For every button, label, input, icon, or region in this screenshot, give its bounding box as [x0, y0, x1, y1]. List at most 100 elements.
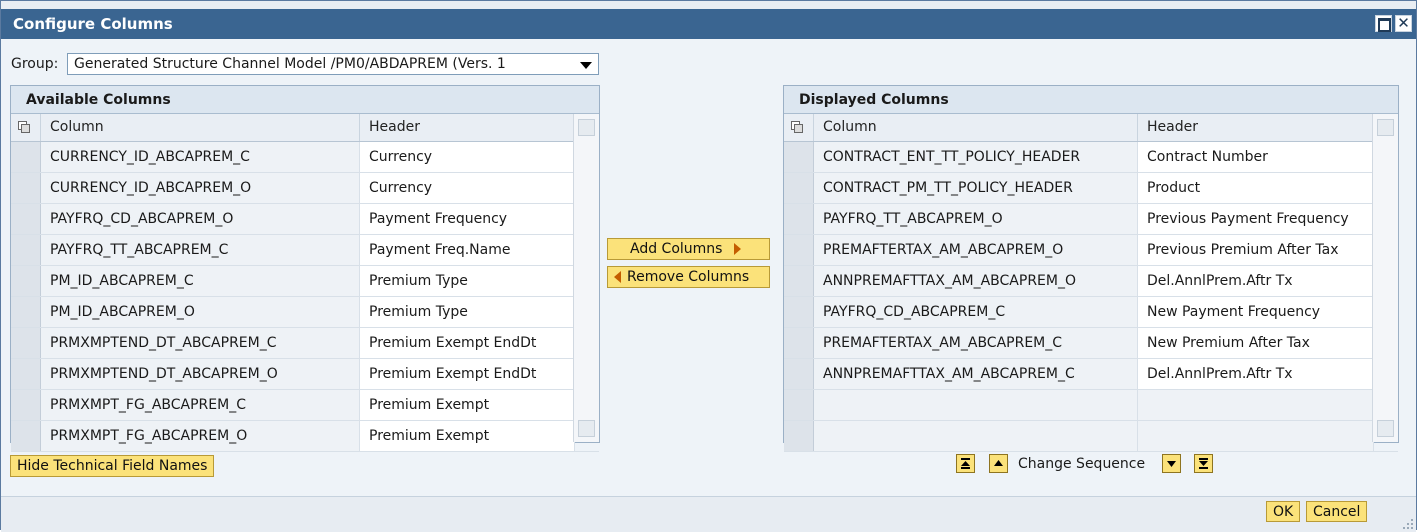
top-strip [1, 1, 1416, 9]
row-selector[interactable] [11, 235, 41, 265]
table-row[interactable]: PRMXMPTEND_DT_ABCAPREM_C Premium Exempt E… [11, 328, 599, 359]
column-header-cell[interactable]: Del.AnnlPrem.Aftr Tx [1138, 359, 1374, 389]
column-header-cell[interactable]: Premium Exempt [360, 390, 575, 420]
column-header-cell[interactable]: Previous Payment Frequency [1138, 204, 1374, 234]
displayed-column-header[interactable]: Column [814, 114, 1138, 141]
column-header-cell[interactable]: Premium Type [360, 297, 575, 327]
table-row[interactable]: PM_ID_ABCAPREM_O Premium Type [11, 297, 599, 328]
column-header-cell[interactable]: New Premium After Tax [1138, 328, 1374, 358]
resize-grip-icon[interactable] [1400, 516, 1414, 530]
row-selector[interactable] [11, 297, 41, 327]
column-header-cell[interactable]: Payment Freq.Name [360, 235, 575, 265]
row-selector[interactable] [11, 421, 41, 451]
column-name-cell: ANNPREMAFTTAX_AM_ABCAPREM_C [814, 359, 1138, 389]
hide-technical-field-names-button[interactable]: Hide Technical Field Names [10, 455, 215, 477]
move-to-top-icon[interactable] [956, 454, 975, 473]
available-header-header[interactable]: Header [360, 114, 575, 141]
table-row[interactable]: ANNPREMAFTTAX_AM_ABCAPREM_C Del.AnnlPrem.… [784, 359, 1398, 390]
row-selector[interactable] [11, 173, 41, 203]
group-select[interactable]: Generated Structure Channel Model /PM0/A… [67, 53, 599, 75]
column-name-cell: PAYFRQ_TT_ABCAPREM_C [41, 235, 360, 265]
column-header-cell[interactable] [1138, 390, 1374, 420]
select-all-cell[interactable] [784, 114, 814, 141]
row-selector[interactable] [784, 204, 814, 234]
table-row[interactable]: PAYFRQ_CD_ABCAPREM_C New Payment Frequenc… [784, 297, 1398, 328]
row-selector[interactable] [784, 328, 814, 358]
column-header-cell[interactable]: Contract Number [1138, 142, 1374, 172]
table-row[interactable] [784, 390, 1398, 421]
select-all-icon[interactable] [791, 121, 803, 133]
table-row[interactable]: PM_ID_ABCAPREM_C Premium Type [11, 266, 599, 297]
column-header-cell[interactable]: Premium Exempt EndDt [360, 359, 575, 389]
table-row[interactable]: CURRENCY_ID_ABCAPREM_O Currency [11, 173, 599, 204]
remove-columns-label: Remove Columns [627, 269, 750, 285]
available-columns-panel: Available Columns Column Header CURRENCY… [10, 85, 600, 452]
column-name-cell: CURRENCY_ID_ABCAPREM_O [41, 173, 360, 203]
column-header-cell[interactable] [1138, 421, 1374, 451]
scroll-up-icon[interactable] [1377, 119, 1394, 136]
displayed-scrollbar[interactable] [1372, 114, 1398, 442]
row-selector[interactable] [11, 328, 41, 358]
row-selector[interactable] [784, 173, 814, 203]
move-down-icon[interactable] [1162, 454, 1181, 473]
column-name-cell: PM_ID_ABCAPREM_O [41, 297, 360, 327]
row-selector[interactable] [11, 359, 41, 389]
remove-columns-button[interactable]: Remove Columns [607, 266, 770, 288]
column-header-cell[interactable]: Currency [360, 173, 575, 203]
row-selector[interactable] [784, 390, 814, 420]
table-row[interactable]: CURRENCY_ID_ABCAPREM_C Currency [11, 142, 599, 173]
row-selector[interactable] [11, 142, 41, 172]
available-column-header[interactable]: Column [41, 114, 360, 141]
table-row[interactable]: PRMXMPT_FG_ABCAPREM_O Premium Exempt [11, 421, 599, 452]
table-row[interactable]: CONTRACT_PM_TT_POLICY_HEADER Product [784, 173, 1398, 204]
move-to-bottom-icon[interactable] [1194, 454, 1213, 473]
table-row[interactable]: PAYFRQ_CD_ABCAPREM_O Payment Frequency [11, 204, 599, 235]
displayed-header-header[interactable]: Header [1138, 114, 1374, 141]
table-row[interactable]: PAYFRQ_TT_ABCAPREM_C Payment Freq.Name [11, 235, 599, 266]
row-selector[interactable] [784, 266, 814, 296]
column-name-cell: PRMXMPT_FG_ABCAPREM_O [41, 421, 360, 451]
add-columns-button[interactable]: Add Columns [607, 238, 770, 260]
table-row[interactable]: PREMAFTERTAX_AM_ABCAPREM_O Previous Premi… [784, 235, 1398, 266]
table-row[interactable]: ANNPREMAFTTAX_AM_ABCAPREM_O Del.AnnlPrem.… [784, 266, 1398, 297]
column-name-cell: PM_ID_ABCAPREM_C [41, 266, 360, 296]
ok-button[interactable]: OK [1266, 501, 1301, 522]
column-name-cell: PREMAFTERTAX_AM_ABCAPREM_O [814, 235, 1138, 265]
table-row[interactable]: PAYFRQ_TT_ABCAPREM_O Previous Payment Fre… [784, 204, 1398, 235]
dropdown-arrow-icon[interactable] [580, 62, 592, 69]
column-header-cell[interactable]: Premium Exempt [360, 421, 575, 451]
column-header-cell[interactable]: Payment Frequency [360, 204, 575, 234]
move-up-icon[interactable] [989, 454, 1008, 473]
scroll-down-icon[interactable] [578, 420, 595, 437]
maximize-icon[interactable] [1375, 15, 1392, 32]
column-header-cell[interactable]: Premium Type [360, 266, 575, 296]
column-header-cell[interactable]: Previous Premium After Tax [1138, 235, 1374, 265]
row-selector[interactable] [784, 297, 814, 327]
available-scrollbar[interactable] [573, 114, 599, 442]
scroll-down-icon[interactable] [1377, 420, 1394, 437]
column-header-cell[interactable]: Currency [360, 142, 575, 172]
scroll-up-icon[interactable] [578, 119, 595, 136]
row-selector[interactable] [11, 204, 41, 234]
column-header-cell[interactable]: Premium Exempt EndDt [360, 328, 575, 358]
row-selector[interactable] [784, 142, 814, 172]
table-row[interactable]: PRMXMPT_FG_ABCAPREM_C Premium Exempt [11, 390, 599, 421]
column-header-cell[interactable]: New Payment Frequency [1138, 297, 1374, 327]
column-name-cell [814, 421, 1138, 451]
select-all-cell[interactable] [11, 114, 41, 141]
table-row[interactable]: CONTRACT_ENT_TT_POLICY_HEADER Contract Nu… [784, 142, 1398, 173]
select-all-icon[interactable] [18, 121, 30, 133]
table-row[interactable]: PRMXMPTEND_DT_ABCAPREM_O Premium Exempt E… [11, 359, 599, 390]
cancel-button[interactable]: Cancel [1306, 501, 1368, 522]
table-row[interactable]: PREMAFTERTAX_AM_ABCAPREM_C New Premium Af… [784, 328, 1398, 359]
row-selector[interactable] [784, 421, 814, 451]
close-icon[interactable]: ✕ [1395, 15, 1412, 32]
row-selector[interactable] [784, 235, 814, 265]
row-selector[interactable] [784, 359, 814, 389]
row-selector[interactable] [11, 266, 41, 296]
row-selector[interactable] [11, 390, 41, 420]
column-header-cell[interactable]: Product [1138, 173, 1374, 203]
displayed-columns-title: Displayed Columns [784, 86, 1398, 114]
column-header-cell[interactable]: Del.AnnlPrem.Aftr Tx [1138, 266, 1374, 296]
table-row[interactable] [784, 421, 1398, 452]
